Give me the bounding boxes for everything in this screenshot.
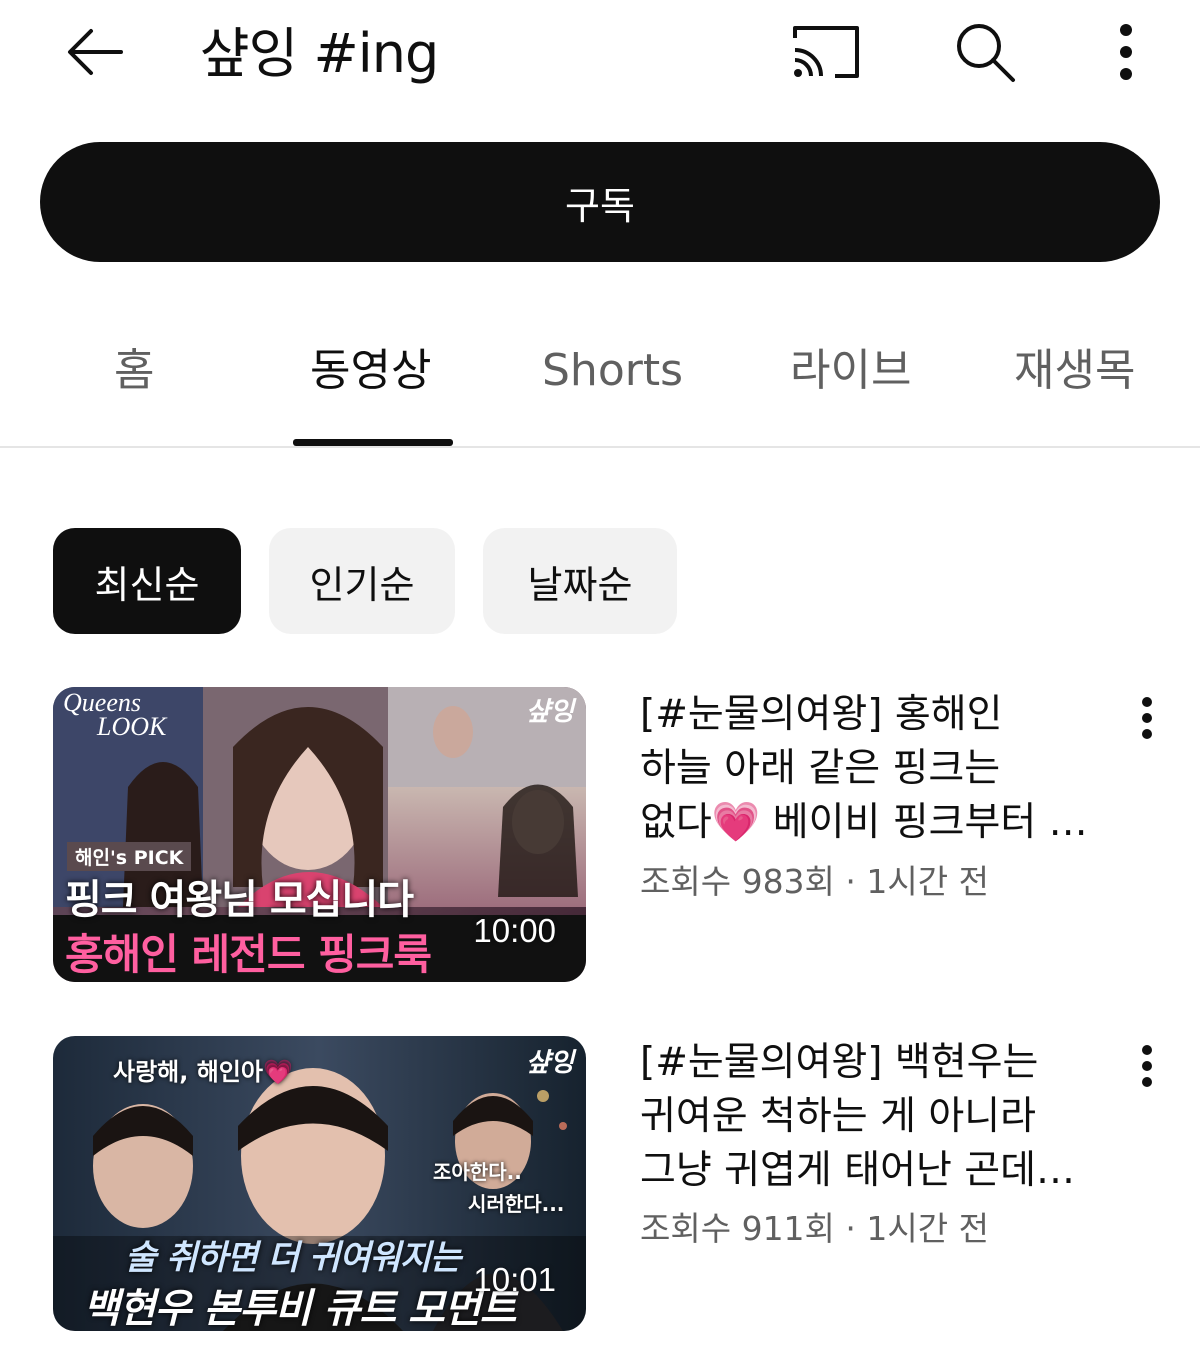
thumbnail-caption-line2: 홍해인 레전드 핑크룩 xyxy=(65,930,432,979)
active-tab-indicator xyxy=(293,439,453,446)
cast-button[interactable] xyxy=(778,14,874,90)
chip-latest[interactable]: 최신순 xyxy=(53,528,241,634)
channel-tabs: 홈 동영상 Shorts 라이브 재생목 xyxy=(0,300,1200,448)
video-duration: 10:00 xyxy=(473,912,556,949)
video-title-line: [#눈물의여왕] 백현우는 xyxy=(640,1040,1039,1085)
channel-watermark: 샾잉 xyxy=(526,1048,574,1078)
thumbnail-quote: 사랑해, 해인아💗 xyxy=(113,1058,293,1086)
tab-shorts[interactable]: Shorts xyxy=(542,336,683,406)
video-meta: 조회수 911회 · 1시간 전 xyxy=(640,1209,989,1248)
top-bar: 샾잉 #ing xyxy=(0,0,1200,110)
video-duration: 10:01 xyxy=(473,1261,556,1298)
tab-live[interactable]: 라이브 xyxy=(790,336,911,406)
channel-watermark: 샾잉 xyxy=(526,697,574,727)
video-thumbnail[interactable]: 사랑해, 해인아💗 샾잉 조아한다.. 시러한다... 술 취하면 더 귀여워지… xyxy=(53,1036,586,1331)
search-button[interactable] xyxy=(940,12,1030,92)
search-icon xyxy=(957,24,1015,82)
cast-icon xyxy=(793,26,859,78)
video-more-button[interactable] xyxy=(1120,683,1174,753)
thumbnail-caption-line1: 술 취하면 더 귀여워지는 xyxy=(125,1238,461,1278)
video-title-line: 그냥 귀엽게 태어난 곤데… xyxy=(640,1148,1075,1193)
video-title-line: [#눈물의여왕] 홍해인 xyxy=(640,692,1003,737)
tab-playlists[interactable]: 재생목 xyxy=(1014,336,1135,406)
chip-oldest[interactable]: 날짜순 xyxy=(483,528,677,634)
subscribe-button[interactable]: 구독 xyxy=(40,142,1160,262)
video-title[interactable]: [#눈물의여왕] 백현우는 귀여운 척하는 게 아니라 그냥 귀엽게 태어난 곤… xyxy=(640,1036,1110,1198)
video-title[interactable]: [#눈물의여왕] 홍해인 하늘 아래 같은 핑크는 없다💗 베이비 핑크부터 … xyxy=(640,688,1110,850)
chip-popular[interactable]: 인기순 xyxy=(269,528,455,634)
tab-videos[interactable]: 동영상 xyxy=(310,336,431,406)
thumbnail-caption-line2: 백현우 본투비 큐트 모먼트 xyxy=(83,1286,517,1331)
more-vertical-icon xyxy=(1142,1045,1152,1087)
back-button[interactable] xyxy=(50,12,140,92)
thumbnail-side-text: 시러한다... xyxy=(468,1192,565,1216)
more-vertical-icon xyxy=(1120,24,1132,80)
video-title-line: 귀여운 척하는 게 아니라 xyxy=(640,1094,1036,1139)
video-meta: 조회수 983회 · 1시간 전 xyxy=(640,862,989,901)
video-more-button[interactable] xyxy=(1120,1031,1174,1101)
video-title-line: 없다💗 베이비 핑크부터 … xyxy=(640,800,1088,845)
more-vertical-icon xyxy=(1142,697,1152,739)
more-options-button[interactable] xyxy=(1096,12,1156,92)
channel-title: 샾잉 #ing xyxy=(200,22,439,85)
thumbnail-side-text: 조아한다.. xyxy=(433,1160,522,1184)
thumbnail-logo: Queens LOOK xyxy=(63,688,167,741)
thumbnail-caption-line1: 핑크 여왕님 모십니다 xyxy=(65,877,414,923)
back-arrow-icon xyxy=(68,29,123,75)
tab-home[interactable]: 홈 xyxy=(114,336,154,406)
video-title-line: 하늘 아래 같은 핑크는 xyxy=(640,746,1001,791)
video-thumbnail[interactable]: Queens LOOK 샾잉 해인's PICK 핑크 여왕님 모십니다 홍해인… xyxy=(53,687,586,982)
